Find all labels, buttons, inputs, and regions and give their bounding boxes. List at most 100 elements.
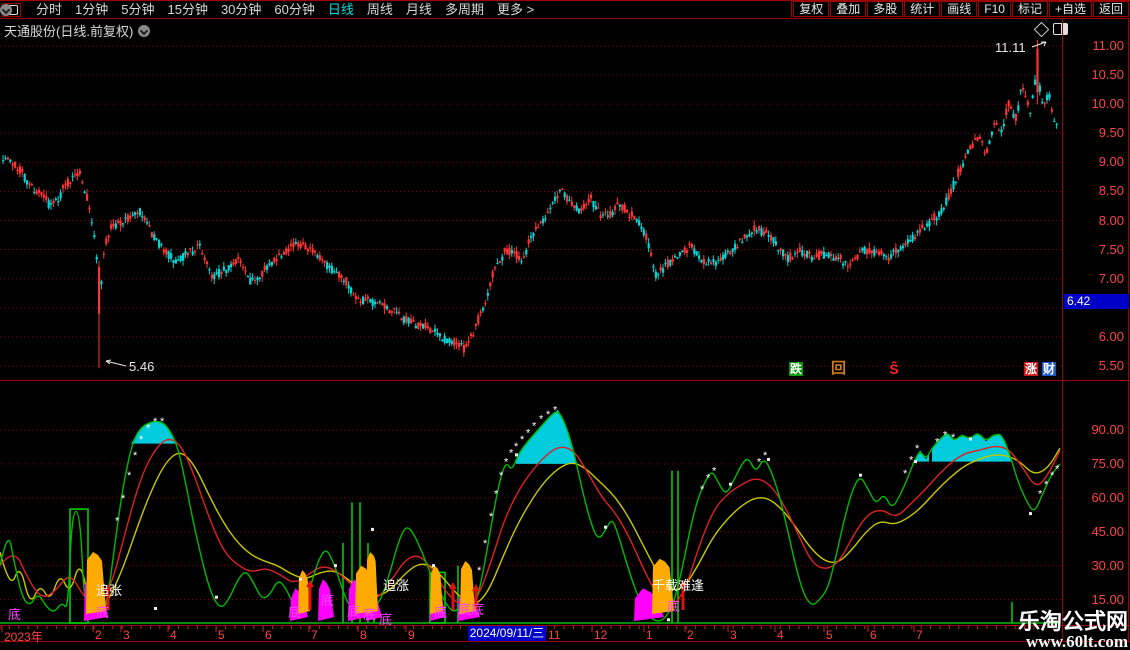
toolbar-button-3[interactable]: 统计 [904,1,940,17]
line-dot [604,526,607,529]
up-candle-wicks [8,40,1052,368]
line-dot [432,564,435,567]
toolbar-button-4[interactable]: 画线 [941,1,977,17]
star-marker: * [757,457,762,469]
toolbar-button-2[interactable]: 多股 [867,1,903,17]
toolbar-button-7[interactable]: +自选 [1049,1,1092,17]
line-dot [667,618,670,621]
line-dot [767,458,770,461]
price-axis-label: 10.00 [1066,97,1124,111]
tab-period-10[interactable]: 更多 > [497,2,534,17]
toolbar-button-8[interactable]: 返回 [1093,1,1129,17]
signal-marker-涨: 涨 [1024,362,1038,376]
cursor-price-box: 6.42 [1064,294,1129,309]
panel-label: 千载难逢 [652,578,704,593]
line-dot [969,438,972,441]
star-marker: * [1055,463,1060,475]
chevron-down-icon[interactable] [138,25,150,37]
tab-period-6[interactable]: 日线 [328,2,354,17]
time-axis-label: 6 [870,628,877,642]
indicator-line-长线 [0,448,1060,612]
panel-label: 底 [379,612,392,626]
line-dot [154,607,157,610]
candlestick-chart[interactable]: 5.46 11.11 [0,39,1063,380]
star-marker: * [514,441,519,453]
star-marker: * [546,409,551,421]
time-axis-label: 5 [826,628,833,642]
panel-label: 底 [321,593,334,608]
tab-period-8[interactable]: 月线 [406,2,432,17]
time-axis-label: 7 [311,628,318,642]
star-marker: * [127,470,132,482]
star-marker: * [712,466,717,478]
watermark: 乐淘公式网 www.60lt.com [1018,611,1128,650]
indicator-axis-label: 45.00 [1066,525,1124,539]
diamond-icon[interactable] [1034,22,1050,38]
time-axis-label: 2 [95,628,102,642]
panel-label: 底 [471,602,484,617]
low-annotation: 5.46 [129,359,154,374]
indicator-axis-label: 75.00 [1066,457,1124,471]
star-marker: * [526,427,531,439]
tab-period-5[interactable]: 60分钟 [274,2,314,17]
tab-period-1[interactable]: 1分钟 [75,2,108,17]
price-axis-label: 6.00 [1066,330,1124,344]
time-axis-label: 4 [170,628,177,642]
price-axis-label: 5.50 [1066,359,1124,373]
price-axis-label: 10.50 [1066,68,1124,82]
high-annotation: 11.11 [995,40,1026,55]
time-axis-label: 3 [123,628,130,642]
star-marker: * [146,423,151,435]
panel-divider-line [0,380,1130,381]
toolbar-button-1[interactable]: 叠加 [830,1,866,17]
price-axis-label: 7.00 [1066,272,1124,286]
indicator-axis-label: 60.00 [1066,491,1124,505]
cursor-date-box: 2024/09/11/三 [468,626,546,641]
collapse-icon[interactable] [0,4,12,16]
line-dot [1029,512,1032,515]
tab-period-7[interactable]: 周线 [367,2,393,17]
signal-marker-跌: 跌 [789,362,803,376]
tab-period-3[interactable]: 15分钟 [167,2,207,17]
star-marker: * [494,488,499,500]
signal-marker-Ŝ: Ŝ [887,362,901,376]
star-marker: * [539,414,544,426]
star-marker: * [943,430,948,442]
star-marker: * [935,436,940,448]
tab-period-9[interactable]: 多周期 [445,2,484,17]
indicator-panel[interactable]: *************************************追张追… [0,400,1063,626]
split-pane-icon[interactable] [1053,23,1068,35]
star-marker: * [133,450,138,462]
star-marker: * [1038,488,1043,500]
signal-marker-回: 回 [831,362,845,376]
panel-label: 底 [96,605,109,620]
price-axis-label: 8.00 [1066,214,1124,228]
period-menu: 分时 1分钟 5分钟 15分钟 30分钟 60分钟日线周线月线多周期更多 > [2,2,534,17]
tab-period-2[interactable]: 5分钟 [121,2,154,17]
watermark-site-name: 乐淘公式网 [1018,611,1128,633]
time-axis-label: 1 [646,628,653,642]
star-marker: * [115,515,120,527]
tab-period-4[interactable]: 30分钟 [221,2,261,17]
watermark-url: www.60lt.com [1018,633,1128,650]
panel-label: 底 [667,599,680,614]
star-marker: * [477,565,482,577]
line-dot [215,596,218,599]
price-axis-label: 9.00 [1066,155,1124,169]
toolbar-button-5[interactable]: F10 [978,1,1011,17]
price-axis-label: 9.50 [1066,126,1124,140]
star-marker: * [706,473,711,485]
time-axis-label: 12 [594,628,607,642]
star-marker: * [520,434,525,446]
toolbar-button-6[interactable]: 标记 [1012,1,1048,17]
star-marker: * [700,484,705,496]
indicator-axis-label: 90.00 [1066,423,1124,437]
down-candle-bodies [2,80,1058,345]
star-marker: * [153,416,158,428]
time-axis-label: 9 [408,628,415,642]
tab-period-0[interactable]: 分时 [36,2,62,17]
star-marker: * [553,405,558,417]
time-axis-label: 11 [548,628,560,642]
price-axis-label: 7.50 [1066,243,1124,257]
toolbar-button-0[interactable]: 复权 [793,1,829,17]
